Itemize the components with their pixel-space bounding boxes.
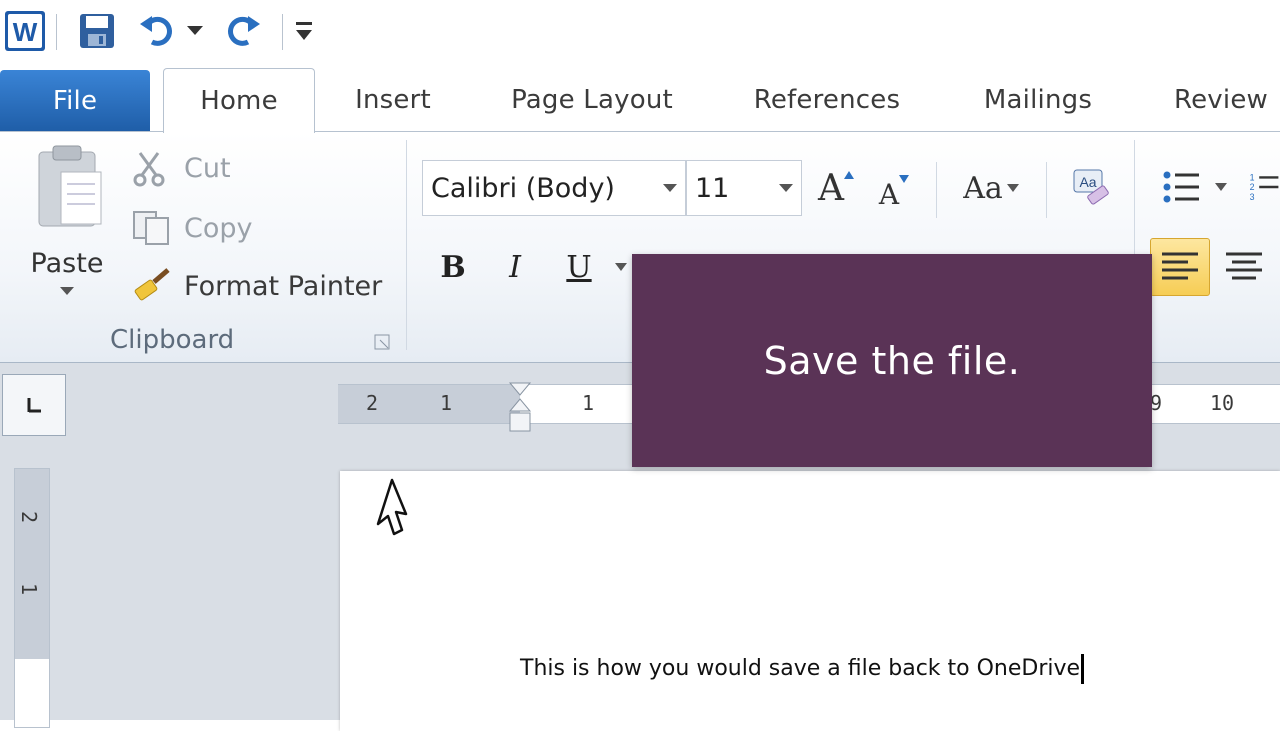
chevron-down-icon[interactable] [1212,180,1230,194]
clear-formatting-icon[interactable]: Aa [1066,162,1118,214]
bullets-button[interactable] [1156,162,1206,212]
font-size-combo[interactable]: 11 [686,160,802,216]
tooltip-text: Save the file. [763,338,1021,383]
shrink-font-label: A [878,177,900,211]
change-case-button[interactable]: Aa [956,162,1026,214]
align-center-icon [1226,252,1262,280]
group-separator [406,140,407,350]
align-center-button[interactable] [1216,238,1272,296]
paste-button[interactable]: Paste [22,142,112,312]
ruler-margin [15,469,49,659]
text-caret [1081,654,1085,684]
svg-text:W: W [13,17,38,47]
tab-insert[interactable]: Insert [334,68,452,131]
chevron-down-icon[interactable] [612,258,630,276]
tab-mailings[interactable]: Mailings [960,68,1116,131]
svg-text:3: 3 [1250,192,1255,202]
ruler-number: 1 [582,391,595,415]
copy-label: Copy [184,212,253,244]
bullets-icon [1163,171,1199,203]
font-family-value: Calibri (Body) [431,172,615,204]
undo-icon[interactable] [136,10,178,52]
quick-access-toolbar: W [0,0,1280,68]
grow-font-button[interactable]: A [812,162,860,214]
ruler-number: 10 [1210,391,1235,415]
chevron-down-icon [771,184,801,192]
chevron-down-icon [60,287,74,295]
italic-label: I [509,249,521,285]
ruler-number: 1 [440,391,453,415]
scissors-icon [133,152,165,187]
redo-icon[interactable] [222,10,264,52]
document-text: This is how you would save a file back t… [520,656,1081,681]
left-tab-icon [27,398,41,413]
clipboard-group-label: Clipboard [110,325,235,355]
undo-dropdown-icon[interactable] [184,20,206,42]
bold-button[interactable]: B [430,244,476,290]
vertical-ruler[interactable]: 2 1 [14,468,50,728]
numbering-icon[interactable]: 1 2 3 [1248,162,1280,212]
copy-button[interactable]: Copy [132,206,262,250]
document-body[interactable]: This is how you would save a file back t… [520,654,1085,684]
underline-label: U [566,249,592,285]
format-painter-button[interactable]: Format Painter [132,264,402,308]
ruler-number: 2 [366,391,379,415]
tab-page-layout[interactable]: Page Layout [490,68,694,131]
tab-review[interactable]: Review [1156,68,1280,131]
change-case-label: Aa [963,170,1003,206]
mouse-pointer-icon [372,478,410,542]
align-left-icon [1162,252,1198,280]
shrink-font-button[interactable]: A [872,166,916,214]
tab-references[interactable]: References [732,68,922,131]
grow-font-label: A [818,167,844,209]
svg-text:Aa: Aa [1079,174,1096,190]
qat-separator [282,14,283,50]
paste-label: Paste [30,248,104,279]
tab-file[interactable]: File [0,70,150,131]
paste-icon [38,145,102,227]
chevron-down-icon [1006,184,1019,192]
shrink-arrow-icon [899,175,910,183]
instruction-tooltip: Save the file. [632,254,1152,467]
underline-button[interactable]: U [556,244,602,290]
ribbon-tabs: File Home Insert Page Layout References … [0,68,1280,133]
ruler-number: 1 [17,582,42,596]
italic-button[interactable]: I [492,244,538,290]
grow-arrow-icon [844,171,854,179]
save-icon[interactable] [76,10,118,52]
clipboard-dialog-launcher-icon[interactable] [372,332,392,352]
cut-label: Cut [184,152,231,184]
font-family-combo[interactable]: Calibri (Body) [422,160,686,216]
copy-icon [133,211,169,245]
word-icon[interactable]: W [4,10,46,52]
customize-qat-icon[interactable] [292,16,316,46]
tab-home[interactable]: Home [163,68,315,133]
separator [936,162,937,218]
tab-stop-selector[interactable] [2,374,66,436]
chevron-down-icon [655,184,685,192]
svg-text:1: 1 [1250,173,1255,183]
align-left-button[interactable] [1150,238,1210,296]
qat-separator [56,14,57,50]
document-page[interactable]: This is how you would save a file back t… [340,471,1280,731]
format-painter-label: Format Painter [184,270,383,302]
svg-text:2: 2 [1250,182,1255,192]
bold-label: B [440,249,466,285]
font-size-value: 11 [695,172,730,204]
cut-button[interactable]: Cut [132,146,262,190]
paintbrush-icon [134,268,170,301]
indent-marker[interactable] [508,381,532,433]
separator [1046,162,1047,218]
ruler-number: 2 [17,510,42,524]
